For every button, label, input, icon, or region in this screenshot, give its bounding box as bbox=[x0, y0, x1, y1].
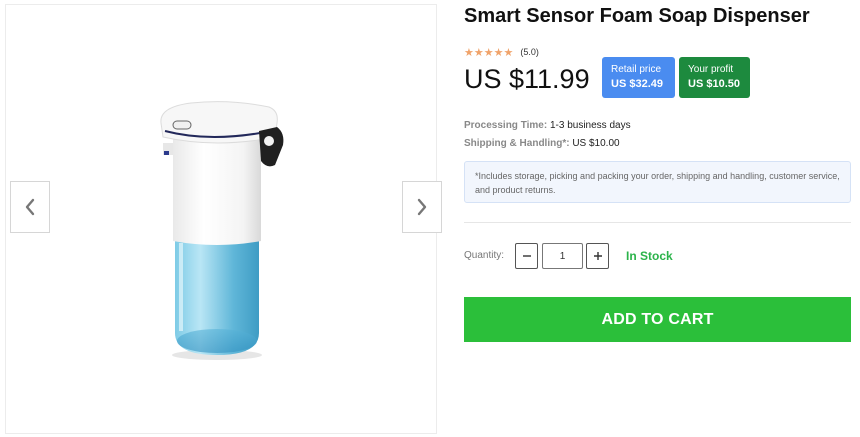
processing-time-label: Processing Time: bbox=[464, 120, 548, 131]
retail-price-badge: Retail price US $32.49 bbox=[602, 57, 675, 98]
retail-price-label: Retail price bbox=[611, 64, 662, 75]
product-image bbox=[160, 101, 284, 360]
product-price: US $11.99 bbox=[464, 64, 590, 94]
stock-status: In Stock bbox=[626, 249, 673, 263]
rating-score: (5.0) bbox=[520, 47, 539, 57]
star-icon: ★ bbox=[464, 47, 474, 59]
minus-icon bbox=[522, 255, 531, 257]
star-icon: ★ bbox=[493, 47, 504, 59]
shipping-handling: Shipping & Handling*: US $10.00 bbox=[464, 138, 620, 149]
gallery-prev-button[interactable] bbox=[10, 181, 50, 233]
product-gallery bbox=[5, 4, 442, 434]
quantity-input[interactable] bbox=[542, 243, 583, 269]
processing-time-value: 1-3 business days bbox=[549, 120, 631, 131]
divider bbox=[464, 222, 851, 223]
quantity-increase-button[interactable] bbox=[586, 243, 609, 269]
rating-stars: ★★★★★ bbox=[464, 43, 513, 61]
profit-value: US $10.50 bbox=[688, 78, 740, 90]
shipping-value: US $10.00 bbox=[572, 138, 620, 149]
chevron-left-icon bbox=[25, 198, 35, 216]
product-title: Smart Sensor Foam Soap Dispenser bbox=[464, 5, 810, 27]
star-icon: ★ bbox=[483, 47, 494, 59]
shipping-label: Shipping & Handling*: bbox=[464, 138, 570, 149]
star-icon: ★ bbox=[503, 47, 514, 59]
gallery-next-button[interactable] bbox=[402, 181, 442, 233]
plus-icon bbox=[593, 252, 602, 260]
shipping-note: *Includes storage, picking and packing y… bbox=[464, 161, 851, 203]
add-to-cart-button[interactable]: ADD TO CART bbox=[464, 297, 851, 342]
product-page: Smart Sensor Foam Soap Dispenser ★★★★★ (… bbox=[0, 0, 860, 437]
star-icon: ★ bbox=[473, 47, 484, 59]
retail-price-value: US $32.49 bbox=[611, 78, 663, 90]
product-rating[interactable]: ★★★★★ (5.0) bbox=[464, 43, 539, 61]
profit-badge: Your profit US $10.50 bbox=[679, 57, 750, 98]
quantity-decrease-button[interactable] bbox=[515, 243, 538, 269]
chevron-right-icon bbox=[417, 198, 427, 216]
quantity-label: Quantity: bbox=[464, 250, 505, 261]
processing-time: Processing Time: 1-3 business days bbox=[464, 120, 631, 131]
profit-label: Your profit bbox=[688, 64, 734, 75]
